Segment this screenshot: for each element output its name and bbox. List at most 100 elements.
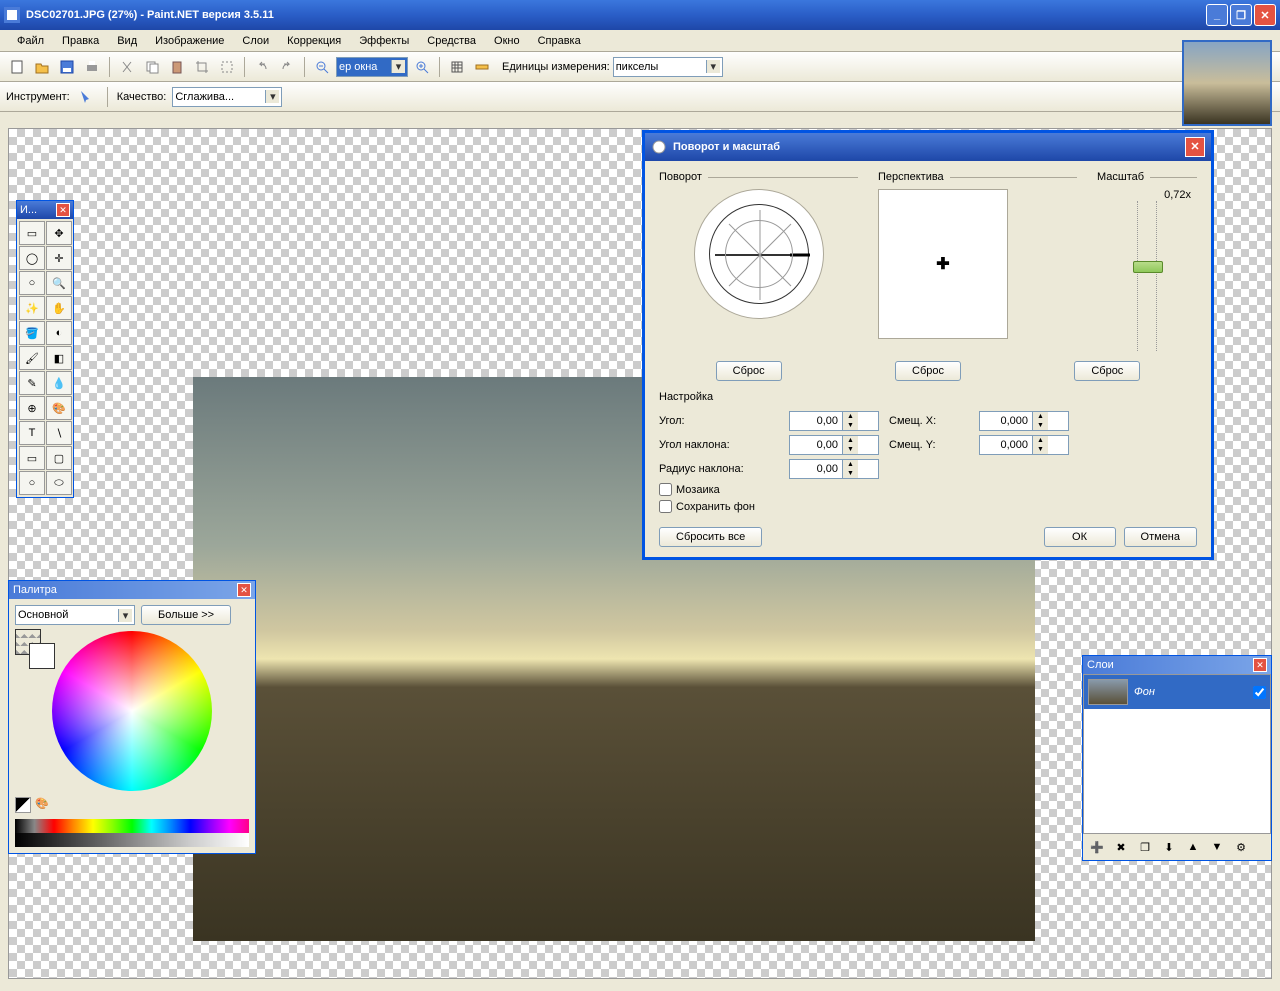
palette-header[interactable]: Палитра ✕	[9, 581, 255, 599]
ok-button[interactable]: ОК	[1044, 527, 1116, 547]
mosaic-checkbox[interactable]	[659, 483, 672, 496]
delete-layer-button[interactable]: ✖	[1110, 837, 1132, 857]
preview-thumbnail[interactable]	[1182, 40, 1272, 126]
grid-button[interactable]	[446, 56, 468, 78]
add-layer-button[interactable]: ➕	[1086, 837, 1108, 857]
dialog-close[interactable]: ✕	[1185, 137, 1205, 157]
secondary-swatch[interactable]	[29, 643, 55, 669]
more-button[interactable]: Больше >>	[141, 605, 231, 625]
maximize-button[interactable]: ❐	[1230, 4, 1252, 26]
tilt-angle-input[interactable]: ▲▼	[789, 435, 879, 455]
tool-gradient[interactable]: ◐	[46, 321, 72, 345]
tool-lasso[interactable]: ◯	[19, 246, 45, 270]
menu-adjustments[interactable]: Коррекция	[278, 32, 350, 50]
reset-rotate-button[interactable]: Сброс	[716, 361, 782, 381]
tool-brush[interactable]: 🖌	[19, 346, 45, 370]
layer-item[interactable]: Фон	[1084, 675, 1270, 709]
move-down-button[interactable]: ▼	[1206, 837, 1228, 857]
tool-rounded-rect[interactable]: ▢	[46, 446, 72, 470]
tool-ellipse-select[interactable]: ○	[19, 271, 45, 295]
tool-eraser[interactable]: ◧	[46, 346, 72, 370]
tool-fill[interactable]: 🪣	[19, 321, 45, 345]
zoom-in-button[interactable]	[411, 56, 433, 78]
scale-slider[interactable]	[1137, 201, 1157, 351]
tool-picker[interactable]: 💧	[46, 371, 72, 395]
tool-pan[interactable]: ✋	[46, 296, 72, 320]
copy-button[interactable]	[141, 56, 163, 78]
menu-edit[interactable]: Правка	[53, 32, 108, 50]
color-swatches[interactable]	[15, 629, 41, 655]
tilt-radius-input[interactable]: ▲▼	[789, 459, 879, 479]
menu-help[interactable]: Справка	[529, 32, 590, 50]
close-button[interactable]: ✕	[1254, 4, 1276, 26]
tool-rect-select[interactable]: ▭	[19, 221, 45, 245]
keep-bg-checkbox[interactable]	[659, 500, 672, 513]
minimize-button[interactable]: _	[1206, 4, 1228, 26]
tool-pencil[interactable]: ✎	[19, 371, 45, 395]
dialog-titlebar[interactable]: Поворот и масштаб ✕	[645, 133, 1211, 161]
menu-image[interactable]: Изображение	[146, 32, 233, 50]
crop-button[interactable]	[191, 56, 213, 78]
tool-zoom[interactable]: 🔍	[46, 271, 72, 295]
layers-header[interactable]: Слои ✕	[1083, 656, 1271, 674]
rotate-control[interactable]	[694, 189, 824, 319]
perspective-control[interactable]: ✚	[878, 189, 1008, 339]
zoom-combo[interactable]: ер окна ▾	[336, 57, 408, 77]
menu-view[interactable]: Вид	[108, 32, 146, 50]
scale-thumb[interactable]	[1133, 261, 1163, 273]
palette-title: Палитра	[13, 584, 57, 596]
reset-perspective-button[interactable]: Сброс	[895, 361, 961, 381]
offset-y-input[interactable]: ▲▼	[979, 435, 1069, 455]
color-wheel[interactable]	[52, 631, 212, 791]
tool-move[interactable]: ✥	[46, 221, 72, 245]
menu-window[interactable]: Окно	[485, 32, 529, 50]
menu-effects[interactable]: Эффекты	[350, 32, 418, 50]
redo-button[interactable]	[276, 56, 298, 78]
palette-icon[interactable]: 🎨	[35, 797, 51, 813]
tool-freeform[interactable]: ⬭	[46, 471, 72, 495]
tool-label: Инструмент:	[6, 91, 70, 103]
open-button[interactable]	[31, 56, 53, 78]
tool-clone[interactable]: ⊕	[19, 396, 45, 420]
color-palette-strip[interactable]	[15, 819, 249, 847]
color-mode-combo[interactable]: Основной ▾	[15, 605, 135, 625]
menu-layers[interactable]: Слои	[233, 32, 278, 50]
offset-x-input[interactable]: ▲▼	[979, 411, 1069, 431]
undo-button[interactable]	[251, 56, 273, 78]
angle-input[interactable]: ▲▼	[789, 411, 879, 431]
layer-visible-checkbox[interactable]	[1253, 686, 1266, 699]
palette-close[interactable]: ✕	[237, 583, 251, 597]
tool-text[interactable]: T	[19, 421, 45, 445]
save-button[interactable]	[56, 56, 78, 78]
menu-file[interactable]: Файл	[8, 32, 53, 50]
duplicate-layer-button[interactable]: ❐	[1134, 837, 1156, 857]
deselect-button[interactable]	[216, 56, 238, 78]
tools-panel-close[interactable]: ✕	[56, 203, 70, 217]
tool-ellipse[interactable]: ○	[19, 471, 45, 495]
layers-list[interactable]: Фон	[1083, 674, 1271, 834]
units-combo[interactable]: пикселы ▾	[613, 57, 723, 77]
paste-button[interactable]	[166, 56, 188, 78]
cancel-button[interactable]: Отмена	[1124, 527, 1197, 547]
merge-down-button[interactable]: ⬇	[1158, 837, 1180, 857]
zoom-out-button[interactable]	[311, 56, 333, 78]
layers-close[interactable]: ✕	[1253, 658, 1267, 672]
reset-scale-button[interactable]: Сброс	[1074, 361, 1140, 381]
tool-rect[interactable]: ▭	[19, 446, 45, 470]
menu-tools[interactable]: Средства	[418, 32, 485, 50]
bw-swatch[interactable]	[15, 797, 31, 813]
quality-combo[interactable]: Сглажива... ▾	[172, 87, 282, 107]
tool-line[interactable]: ∖	[46, 421, 72, 445]
tool-magic-wand[interactable]: ✨	[19, 296, 45, 320]
tool-move-selection[interactable]: ✛	[46, 246, 72, 270]
tools-panel-header[interactable]: И... ✕	[17, 201, 73, 219]
cut-button[interactable]	[116, 56, 138, 78]
ruler-button[interactable]	[471, 56, 493, 78]
current-tool-icon[interactable]	[76, 86, 98, 108]
move-up-button[interactable]: ▲	[1182, 837, 1204, 857]
layer-properties-button[interactable]: ⚙	[1230, 837, 1252, 857]
print-button[interactable]	[81, 56, 103, 78]
tool-recolor[interactable]: 🎨	[46, 396, 72, 420]
new-button[interactable]	[6, 56, 28, 78]
reset-all-button[interactable]: Сбросить все	[659, 527, 762, 547]
